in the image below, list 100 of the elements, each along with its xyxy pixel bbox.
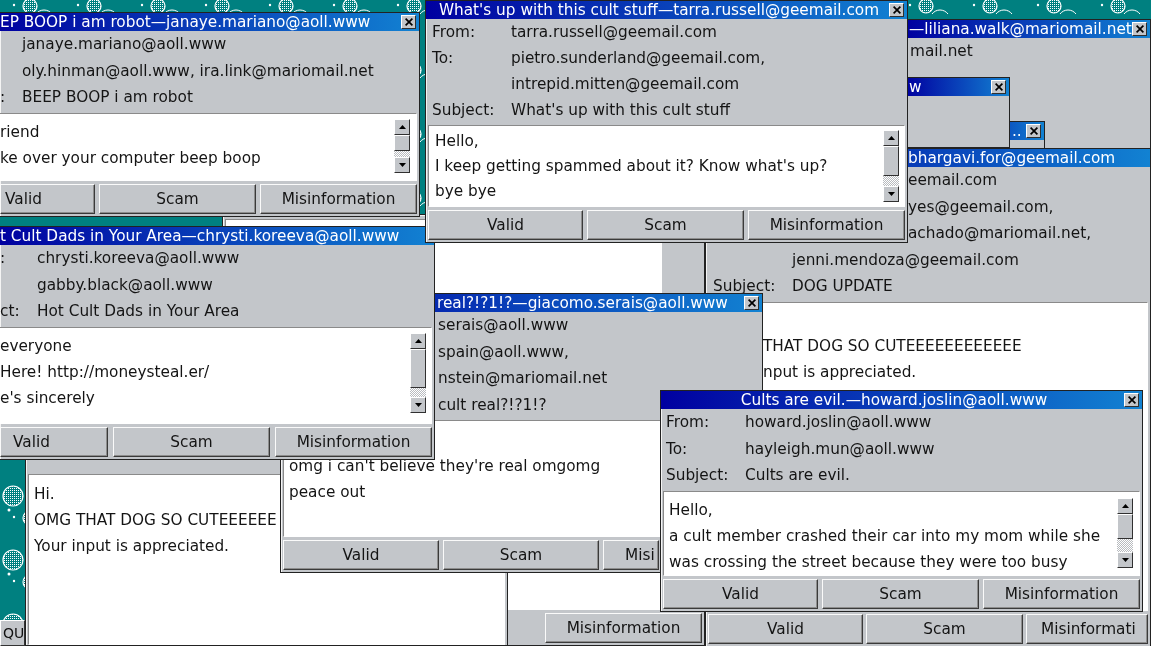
scrollbar[interactable] [1117, 497, 1133, 568]
field-value: intrepid.mitten@geemail.com [511, 75, 740, 93]
close-button[interactable] [1132, 22, 1147, 36]
taskbar-button[interactable]: QU [0, 620, 25, 646]
window-title: t Cult Dads in Your Area—chrysti.koreeva@aoll.www [0, 227, 400, 245]
verdict-button[interactable]: Scam [587, 210, 744, 240]
field-value: pietro.sunderland@geemail.com, [511, 49, 766, 67]
field-label: From: [666, 413, 710, 431]
up-arrow-icon [414, 338, 422, 343]
window-title: bhargavi.for@geemail.com [908, 149, 1116, 167]
verdict-button[interactable]: Scam [822, 579, 979, 609]
close-icon [1135, 25, 1144, 33]
field-value: gabby.black@aoll.www [37, 275, 213, 294]
message-text: riend ke over your computer beep boop [0, 121, 261, 169]
field-value: serais@aoll.www [438, 316, 569, 334]
scroll-thumb[interactable] [883, 146, 899, 176]
scroll-thumb[interactable] [1117, 513, 1133, 539]
verdict-button[interactable]: Misinformati [1026, 614, 1148, 644]
window-title: What's up with this cult stuff—tarra.russell@geemail.com [438, 1, 880, 19]
field-value: janaye.mariano@aoll.www [22, 35, 227, 53]
scroll-down-button[interactable] [394, 156, 410, 173]
window-title: Cults are evil.—howard.joslin@aoll.www [740, 391, 1048, 409]
close-button[interactable] [1124, 393, 1139, 407]
close-icon [404, 18, 413, 26]
verdict-button[interactable]: Valid [663, 579, 818, 609]
field-label: : [0, 88, 6, 106]
field-value: Cults are evil. [745, 466, 850, 484]
verdict-button[interactable]: Scam [443, 540, 599, 570]
verdict-button[interactable]: Valid [0, 184, 95, 214]
field-label: Subject: [666, 466, 729, 484]
message-text: THAT DOG SO CUTEEEEEEEEEEEE nput is appreciated. [763, 335, 1022, 383]
window-title: real?!?1!?—giacomo.serais@aoll.www [437, 294, 728, 312]
verdict-button[interactable]: Misinformation [275, 427, 432, 457]
verdict-button[interactable]: Misinformation [983, 579, 1140, 609]
up-arrow-icon [887, 136, 895, 140]
scroll-down-button[interactable] [1117, 551, 1133, 568]
verdict-button[interactable]: Valid [428, 210, 583, 240]
field-value: What's up with this cult stuff [511, 101, 730, 119]
down-arrow-icon [414, 402, 422, 407]
close-icon [747, 299, 756, 307]
scroll-down-button[interactable] [410, 396, 426, 413]
up-arrow-icon [398, 124, 406, 129]
field-value: yes@geemail.com, [908, 197, 1054, 216]
close-icon [1127, 396, 1136, 404]
close-button[interactable] [401, 15, 416, 29]
field-value: mail.net [910, 42, 973, 60]
scroll-up-button[interactable] [883, 130, 899, 146]
close-button[interactable] [744, 296, 759, 310]
field-label: ct: [0, 302, 20, 320]
field-label: To: [666, 439, 688, 458]
down-arrow-icon [398, 162, 406, 167]
scroll-up-button[interactable] [410, 332, 426, 349]
window-title: w [909, 78, 922, 96]
verdict-button[interactable]: Misi [603, 540, 659, 570]
verdict-button[interactable]: Scam [866, 614, 1023, 644]
scrollbar[interactable] [883, 130, 899, 202]
close-button[interactable] [991, 80, 1006, 94]
scrollbar[interactable] [394, 118, 410, 173]
field-value: cult real?!?1!? [438, 395, 547, 414]
verdict-button[interactable]: Valid [0, 427, 108, 457]
scroll-up-button[interactable] [394, 118, 410, 135]
window-title: .. [1012, 122, 1022, 140]
down-arrow-icon [1121, 557, 1129, 562]
field-value: hayleigh.mun@aoll.www [745, 439, 935, 458]
scroll-thumb[interactable] [410, 348, 426, 388]
field-label: : [0, 249, 6, 267]
verdict-button[interactable]: Misinformation [260, 184, 417, 214]
message-text: Hello, I keep getting spammed about it? Know what's up? bye bye [435, 131, 828, 202]
up-arrow-icon [1121, 503, 1129, 508]
field-value: oly.hinman@aoll.www, ira.link@mariomail.net [22, 61, 374, 80]
field-value: DOG UPDATE [792, 277, 893, 295]
close-icon [1029, 127, 1038, 135]
verdict-button[interactable]: Scam [99, 184, 256, 214]
close-icon [892, 6, 901, 14]
scrollbar[interactable] [410, 332, 426, 413]
field-value: spain@aoll.www, [438, 342, 569, 361]
field-value: chrysti.koreeva@aoll.www [37, 249, 240, 267]
scroll-down-button[interactable] [883, 186, 899, 202]
field-label: To: [432, 49, 454, 67]
scroll-up-button[interactable] [1117, 497, 1133, 514]
message-text: everyone Here! http://moneysteal.er/ e's sincerely [0, 335, 210, 409]
window-title: —liliana.walk@mariomail.net [909, 20, 1132, 38]
message-text: Hi. OMG THAT DOG SO CUTEEEEEE Your input is appreciated. [34, 484, 277, 557]
down-arrow-icon [887, 192, 895, 196]
window-title: EP BOOP i am robot—janaye.mariano@aoll.www [0, 13, 371, 31]
verdict-button[interactable]: Valid [708, 614, 863, 644]
close-button[interactable] [1026, 124, 1041, 138]
verdict-button[interactable]: Misinformation [748, 210, 905, 240]
field-value: howard.joslin@aoll.www [745, 413, 932, 431]
field-value: tarra.russell@geemail.com [511, 23, 717, 41]
field-value: jenni.mendoza@geemail.com [792, 250, 1019, 269]
field-value: nstein@mariomail.net [438, 369, 608, 387]
field-value: BEEP BOOP i am robot [22, 88, 193, 106]
verdict-button[interactable]: Misinformation [545, 613, 702, 643]
verdict-button[interactable]: Valid [283, 540, 439, 570]
verdict-button[interactable]: Scam [113, 427, 270, 457]
close-icon [994, 83, 1003, 91]
field-label: Subject: [432, 101, 495, 119]
field-value: eemail.com [908, 171, 998, 189]
close-button[interactable] [889, 3, 904, 17]
